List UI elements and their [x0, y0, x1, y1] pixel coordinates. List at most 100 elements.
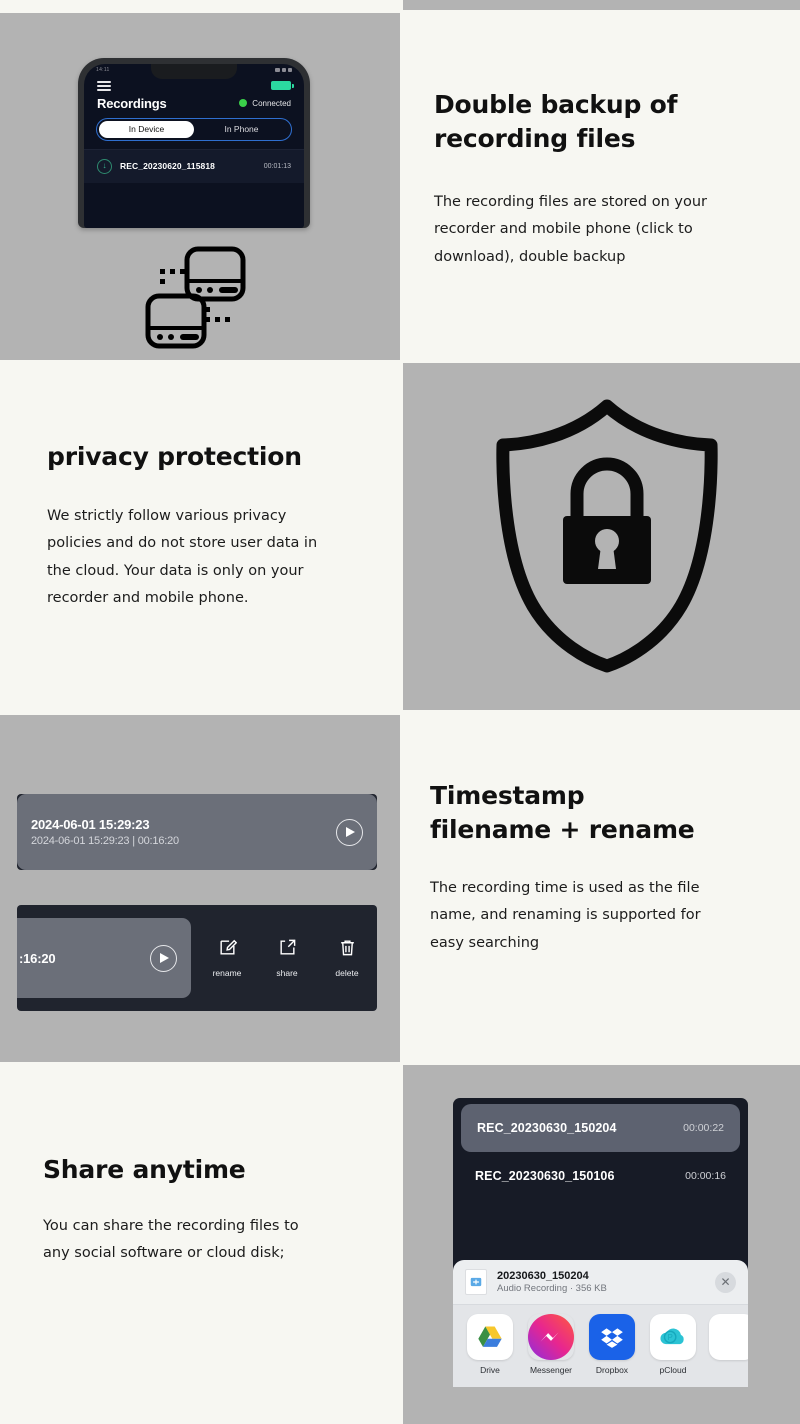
share-recording-name: REC_20230630_150204 — [477, 1121, 617, 1135]
share-target-dropbox[interactable]: Dropbox — [587, 1314, 637, 1375]
phone-mockup: 14:11 Recordings Connected In Device In … — [78, 58, 310, 228]
connection-label: Connected — [252, 98, 291, 108]
trash-delete-icon — [340, 940, 354, 956]
play-icon[interactable] — [150, 944, 177, 972]
feature-body: You can share the recording files to any… — [43, 1218, 299, 1262]
close-icon[interactable]: ✕ — [715, 1271, 736, 1293]
pcloud-glyph: P — [660, 1328, 684, 1345]
panel-privacy-text: privacy protection We strictly follow va… — [0, 363, 400, 710]
recording-card-inner[interactable]: 2024-06-01 15:29:23 2024-06-01 15:29:23 … — [17, 794, 377, 870]
wifi-icon — [282, 68, 286, 72]
panel-phone-mockup: 14:11 Recordings Connected In Device In … — [0, 13, 400, 360]
feature-headline: Share anytime — [43, 1155, 246, 1184]
share-arrow-icon — [279, 939, 295, 955]
status-time: 14:11 — [96, 67, 110, 73]
share-recording-row[interactable]: REC_20230630_150106 00:00:16 — [453, 1152, 748, 1200]
share-label: share — [276, 968, 298, 978]
audio-file-glyph — [470, 1277, 482, 1287]
recording-card[interactable]: 2024-06-01 15:29:23 2024-06-01 15:29:23 … — [17, 794, 377, 870]
feature-headline: Double backup of recording files — [434, 88, 678, 155]
messenger-icon — [528, 1314, 574, 1360]
share-target-partial[interactable] — [709, 1314, 748, 1360]
dropbox-icon — [589, 1314, 635, 1360]
partial-app-icon — [709, 1314, 748, 1360]
messenger-glyph — [528, 1314, 574, 1360]
feature-body: The recording time is used as the file n… — [430, 880, 701, 951]
app-label: Messenger — [529, 1365, 573, 1375]
app-label: pCloud — [659, 1365, 687, 1375]
panel-shield-icon — [403, 363, 800, 710]
share-recording-row[interactable]: REC_20230630_150204 00:00:22 — [461, 1104, 740, 1152]
share-recording-duration: 00:00:16 — [685, 1170, 726, 1182]
feature-headline: Timestamp filename + rename — [430, 779, 695, 846]
delete-button[interactable]: delete — [317, 938, 377, 978]
shared-file-sub: Audio Recording · 356 KB — [497, 1283, 607, 1294]
play-icon[interactable] — [336, 818, 363, 846]
app-label: Drive — [480, 1365, 500, 1375]
svg-text:P: P — [668, 1333, 673, 1342]
shared-file-name: 20230630_150204 — [497, 1270, 589, 1282]
signal-icon — [275, 68, 280, 72]
feature-headline: privacy protection — [47, 442, 302, 471]
page-title: Recordings — [97, 95, 167, 111]
audio-file-icon — [465, 1269, 487, 1295]
recording-card-text: 2024-06-01 15:29:23 2024-06-01 15:29:23 … — [31, 817, 179, 847]
recordings-header: Recordings Connected — [84, 91, 304, 111]
feature-grid: 14:11 Recordings Connected In Device In … — [0, 0, 800, 1424]
swipe-actions: rename share delete — [197, 938, 377, 978]
shared-file-row: 20230630_150204 Audio Recording · 356 KB… — [453, 1269, 748, 1304]
top-right-strip — [403, 0, 800, 10]
shared-file-meta: 20230630_150204 Audio Recording · 356 KB — [497, 1270, 715, 1294]
ios-share-sheet: 20230630_150204 Audio Recording · 356 KB… — [453, 1260, 748, 1387]
app-label: Dropbox — [595, 1365, 629, 1375]
panel-share-text: Share anytime You can share the recordin… — [0, 1065, 400, 1424]
panel-recording-cards: 2024-06-01 15:29:23 2024-06-01 15:29:23 … — [0, 715, 400, 1062]
share-target-messenger[interactable]: Messenger — [526, 1314, 576, 1375]
headline-line-1: Double backup of — [434, 90, 678, 119]
battery-icon — [271, 81, 294, 91]
pcloud-icon: P — [650, 1314, 696, 1360]
top-left-strip — [0, 0, 400, 10]
status-icons — [275, 68, 292, 72]
share-recording-name: REC_20230630_150106 — [475, 1169, 615, 1183]
status-dot-icon — [239, 99, 248, 108]
phone-notch — [151, 64, 237, 79]
panel-double-backup-text: Double backup of recording files The rec… — [403, 13, 800, 360]
share-target-drive[interactable]: Drive — [465, 1314, 515, 1375]
headline-line-2: recording files — [434, 123, 636, 153]
recording-list-item[interactable]: ↓ REC_20230620_115818 00:01:13 — [84, 148, 304, 183]
shield-lock-icon — [496, 399, 718, 673]
headline-line-1: Timestamp — [430, 781, 585, 810]
rename-pencil-icon — [219, 939, 237, 955]
connection-status: Connected — [239, 99, 291, 108]
phone-screen: 14:11 Recordings Connected In Device In … — [84, 64, 304, 228]
share-target-pcloud[interactable]: P pCloud — [648, 1314, 698, 1375]
headline-line-2: filename + rename — [430, 814, 695, 844]
rename-button[interactable]: rename — [197, 938, 257, 978]
recording-name: REC_20230620_115818 — [120, 161, 216, 172]
tab-in-phone[interactable]: In Phone — [194, 121, 289, 138]
source-segmented-control[interactable]: In Device In Phone — [96, 117, 292, 141]
recording-duration: 00:01:13 — [263, 162, 291, 170]
feature-body: We strictly follow various privacy polic… — [47, 508, 318, 606]
status-battery-icon — [288, 68, 292, 72]
share-app-list: Drive Messenger Dropbox P pCloud — [453, 1304, 748, 1387]
hamburger-icon[interactable] — [97, 81, 111, 91]
panel-timestamp-text: Timestamp filename + rename The recordin… — [403, 715, 800, 1062]
recording-subtitle: 2024-06-01 15:29:23 | 00:16:20 — [31, 835, 179, 847]
two-recorder-devices-icon — [145, 246, 246, 349]
google-drive-icon — [467, 1314, 513, 1360]
recording-card-inner-swiped[interactable]: :16:20 — [17, 918, 191, 998]
share-recording-duration: 00:00:22 — [683, 1122, 724, 1134]
recording-card-actions[interactable]: :16:20 rename share delete — [17, 905, 377, 1011]
rename-label: rename — [212, 968, 242, 978]
delete-label: delete — [335, 968, 359, 978]
share-sheet-phone: REC_20230630_150204 00:00:22 REC_2023063… — [453, 1098, 748, 1387]
dropbox-glyph — [601, 1328, 623, 1348]
recording-partial-duration: :16:20 — [19, 950, 56, 966]
drive-glyph — [478, 1326, 502, 1347]
download-icon[interactable]: ↓ — [97, 158, 112, 174]
share-button[interactable]: share — [257, 938, 317, 978]
tab-in-device[interactable]: In Device — [99, 120, 194, 138]
feature-body: The recording files are stored on your r… — [434, 194, 707, 265]
